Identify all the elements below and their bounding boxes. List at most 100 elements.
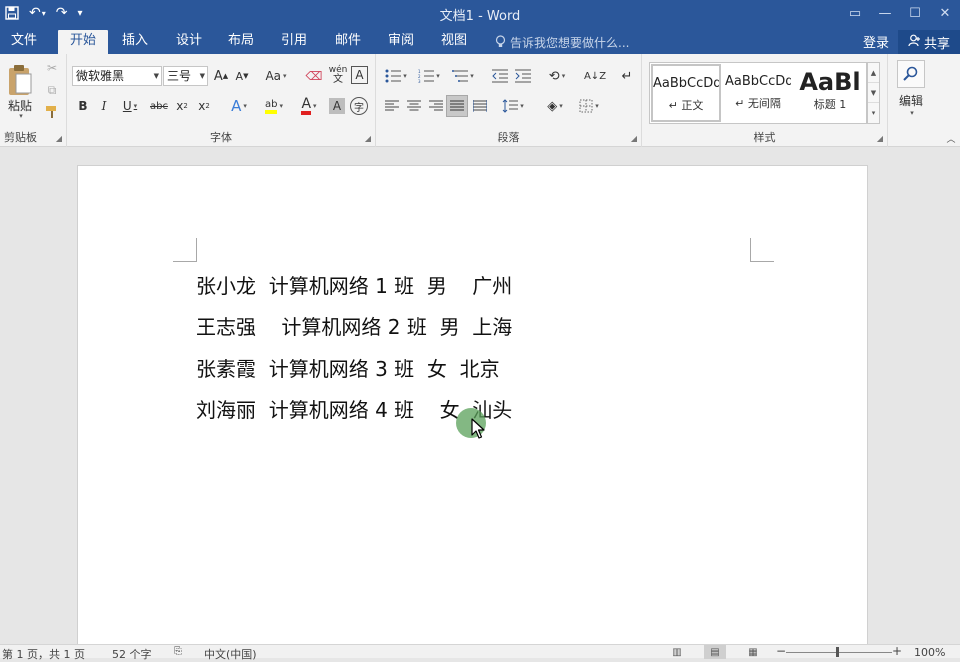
character-shading-icon[interactable]: A (329, 98, 345, 114)
tab-review[interactable]: 审阅 (378, 30, 424, 54)
gallery-more-icon[interactable]: ▾ (868, 103, 879, 123)
person-icon (908, 34, 921, 51)
cut-icon[interactable]: ✂ (44, 60, 60, 76)
style-no-spacing-name: ↵ 无间隔 (735, 97, 781, 110)
show-marks-icon[interactable]: ↵ (618, 66, 636, 86)
subscript-icon[interactable]: x2 (173, 96, 191, 116)
read-mode-icon[interactable]: ▥ (666, 645, 688, 659)
styles-launcher-icon[interactable]: ◢ (877, 134, 883, 143)
phonetic-guide-icon[interactable]: wén 文 (329, 64, 348, 86)
zoom-slider-thumb[interactable] (836, 647, 839, 657)
tab-design[interactable]: 设计 (166, 30, 212, 54)
editing-label[interactable]: 编辑 (888, 92, 934, 108)
style-normal[interactable]: AaBbCcDd ↵ 正文 (651, 64, 721, 122)
tab-layout[interactable]: 布局 (218, 30, 264, 54)
page-count[interactable]: 第 1 页，共 1 页 (2, 646, 85, 662)
justify-icon[interactable] (446, 95, 468, 117)
superscript-icon[interactable]: x2 (195, 96, 213, 116)
print-layout-icon[interactable]: ▤ (704, 645, 726, 659)
mouse-pointer-icon (471, 418, 485, 444)
grow-font-icon[interactable]: A ▲ (212, 66, 230, 86)
web-layout-icon[interactable]: ▦ (742, 645, 764, 659)
borders-icon[interactable]: ▾ (574, 96, 604, 116)
ribbon-display-icon[interactable]: ▭ (840, 0, 870, 26)
style-heading-1[interactable]: AaBl 标题 1 (796, 64, 864, 122)
change-case-label: Aa (265, 69, 282, 83)
font-name-combo[interactable]: 微软雅黑 ▼ (72, 66, 162, 86)
strikethrough-icon[interactable]: abc (149, 96, 169, 116)
line-spacing-icon[interactable]: ▾ (498, 96, 528, 116)
title-bar: ↶ ▾ ↷ ▾ 文档1 - Word ▭ — ☐ ✕ (0, 0, 960, 26)
tell-me-box[interactable]: 告诉我您想要做什么... (495, 34, 629, 51)
margin-corner-top-right (750, 238, 774, 262)
italic-icon[interactable]: I (96, 96, 112, 116)
tab-insert[interactable]: 插入 (112, 30, 158, 54)
shrink-font-icon[interactable]: A ▼ (233, 66, 251, 86)
paste-dropdown-icon[interactable]: ▾ (14, 111, 26, 121)
zoom-in-icon[interactable]: + (892, 644, 902, 658)
numbering-icon[interactable]: 1 2 3 ▾ (415, 66, 443, 86)
font-group-label: 字体 (210, 131, 232, 144)
document-line-1[interactable]: 张小龙 计算机网络 1 班 男 广州 (196, 270, 512, 299)
tab-file[interactable]: 文件 (0, 30, 48, 54)
gallery-up-icon[interactable]: ▲ (868, 63, 879, 83)
style-normal-name: ↵ 正文 (668, 99, 704, 112)
gallery-down-icon[interactable]: ▼ (868, 83, 879, 103)
document-line-2[interactable]: 王志强 计算机网络 2 班 男 上海 (196, 311, 512, 340)
language-status[interactable]: 中文(中国) (204, 646, 257, 662)
increase-indent-icon[interactable] (513, 66, 533, 86)
change-case-button[interactable]: Aa ▾ (261, 66, 291, 86)
character-border-icon[interactable]: A (351, 66, 368, 84)
document-line-3[interactable]: 张素霞 计算机网络 3 班 女 北京 (196, 353, 500, 382)
font-name-value: 微软雅黑 (76, 69, 125, 83)
highlight-color-icon[interactable]: ab ▾ (259, 96, 289, 116)
chinese-layout-icon[interactable]: ⟲ ▾ (542, 66, 572, 86)
align-center-icon[interactable] (404, 96, 424, 116)
font-color-icon[interactable]: A ▾ (295, 96, 323, 116)
bold-icon[interactable]: B (75, 96, 91, 116)
share-button[interactable]: 共享 (898, 30, 960, 54)
tab-view[interactable]: 视图 (431, 30, 477, 54)
font-size-combo[interactable]: 三号 ▼ (163, 66, 208, 86)
multilevel-list-icon[interactable]: ▾ (448, 66, 478, 86)
share-label: 共享 (923, 36, 950, 52)
distributed-icon[interactable] (470, 96, 490, 116)
zoom-level[interactable]: 100% (914, 646, 945, 659)
styles-gallery-scroll: ▲ ▼ ▾ (867, 62, 880, 124)
paste-icon[interactable] (4, 60, 36, 100)
underline-icon[interactable]: U ▾ (117, 96, 143, 116)
clipboard-launcher-icon[interactable]: ◢ (56, 134, 62, 143)
font-launcher-icon[interactable]: ◢ (365, 134, 371, 143)
find-icon[interactable] (897, 60, 925, 88)
maximize-icon[interactable]: ☐ (900, 0, 930, 26)
styles-group-label: 样式 (753, 131, 776, 144)
word-count[interactable]: 52 个字 (112, 646, 152, 662)
window-title: 文档1 - Word (439, 9, 521, 24)
shading-icon[interactable]: ◈ ▾ (540, 96, 570, 116)
sort-icon[interactable]: A↓Z (584, 66, 606, 86)
tab-references[interactable]: 引用 (271, 30, 317, 54)
zoom-slider-track[interactable] (786, 652, 892, 653)
enclose-characters-icon[interactable]: 字 (350, 97, 368, 115)
tab-mailings[interactable]: 邮件 (325, 30, 371, 54)
login-link[interactable]: 登录 (863, 32, 889, 51)
collapse-ribbon-icon[interactable]: ︿ (944, 132, 958, 145)
format-painter-icon[interactable] (44, 104, 60, 120)
tab-home[interactable]: 开始 (58, 30, 108, 54)
align-left-icon[interactable] (382, 96, 402, 116)
bullets-icon[interactable]: ▾ (382, 66, 410, 86)
zoom-out-icon[interactable]: − (776, 644, 786, 658)
paste-label[interactable]: 粘贴 (4, 98, 36, 113)
minimize-icon[interactable]: — (870, 0, 900, 26)
decrease-indent-icon[interactable] (490, 66, 510, 86)
style-no-spacing[interactable]: AaBbCcDd ↵ 无间隔 (725, 64, 791, 122)
text-effects-icon[interactable]: A ▾ (225, 96, 253, 116)
tell-me-text: 告诉我您想要做什么... (510, 36, 630, 50)
clear-formatting-icon[interactable]: ⌫ (305, 66, 323, 86)
copy-icon[interactable]: ⧉ (44, 82, 60, 98)
close-icon[interactable]: ✕ (930, 0, 960, 26)
proofing-icon[interactable]: ⎘ (174, 646, 182, 657)
align-right-icon[interactable] (426, 96, 446, 116)
paragraph-launcher-icon[interactable]: ◢ (631, 134, 637, 143)
editing-dropdown-icon[interactable]: ▾ (904, 108, 918, 118)
